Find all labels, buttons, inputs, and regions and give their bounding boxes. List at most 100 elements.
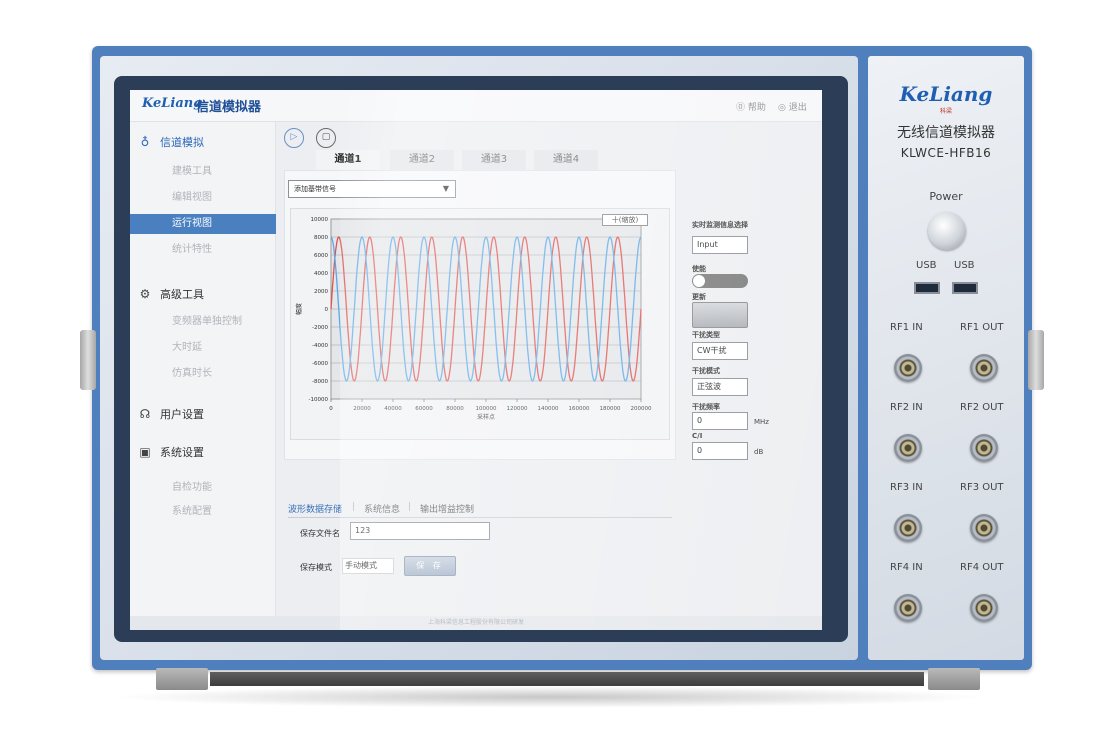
- zoom-button[interactable]: 十(缩放): [602, 214, 648, 226]
- y-tick-label: -2000: [312, 325, 328, 331]
- sidebar-item-system-config[interactable]: 系统配置: [130, 502, 276, 522]
- sidebar-item-edit-view[interactable]: 编辑视图: [130, 188, 276, 208]
- app-footer: 上海科梁信息工程股份有限公司研发: [130, 616, 822, 630]
- usb-port-1[interactable]: [914, 282, 940, 294]
- interference-freq-unit: MHz: [754, 418, 769, 426]
- y-tick-label: -8000: [312, 379, 328, 385]
- rf3-in-connector[interactable]: [894, 514, 922, 542]
- power-label: Power: [929, 190, 963, 203]
- x-tick-label: 20000: [353, 406, 371, 412]
- interference-mode-input[interactable]: 正弦波: [692, 378, 748, 396]
- rf4-in-connector[interactable]: [894, 594, 922, 622]
- update-button[interactable]: [692, 302, 748, 328]
- tab-waveform-storage[interactable]: 波形数据存储: [288, 502, 342, 515]
- y-tick-label: 0: [325, 307, 329, 313]
- x-tick-label: 160000: [569, 406, 590, 412]
- interference-freq-label: 干扰频率: [692, 403, 720, 411]
- y-tick-label: -4000: [312, 343, 328, 349]
- sidebar-section-channel[interactable]: ♁ 信道模拟: [138, 134, 204, 150]
- x-tick-label: 60000: [415, 406, 433, 412]
- rf2-in-label: RF2 IN: [890, 402, 923, 413]
- rf4-in-label: RF4 IN: [890, 562, 923, 573]
- rf2-in-connector[interactable]: [894, 434, 922, 462]
- tab-system-info[interactable]: 系统信息: [364, 502, 400, 515]
- sidebar-section-users[interactable]: ☊ 用户设置: [138, 406, 204, 422]
- exit-button[interactable]: ◎ 退出: [778, 100, 807, 113]
- interference-type-input[interactable]: CW干扰: [692, 342, 748, 360]
- save-mode-label: 保存模式: [300, 563, 332, 572]
- update-label: 更新: [692, 293, 706, 301]
- interference-mode-label: 干扰模式: [692, 367, 720, 375]
- power-icon: ◎: [778, 103, 786, 113]
- tab-channel-4[interactable]: 通道4: [534, 150, 598, 170]
- sidebar-section-system[interactable]: ▣ 系统设置: [138, 444, 204, 460]
- sidebar-item-run-view[interactable]: 运行视图: [130, 214, 276, 234]
- rf4-out-label: RF4 OUT: [960, 562, 1004, 573]
- monitor-select-label: 实时监测信息选择: [692, 221, 748, 229]
- users-icon: ☊: [139, 407, 151, 421]
- signal-select[interactable]: 添加基带信号 ▼: [288, 180, 456, 198]
- help-button[interactable]: ⓪ 帮助: [736, 100, 766, 113]
- usb-label-1: USB: [916, 260, 937, 271]
- app-header: KeLiang 信道模拟器 ⓪ 帮助 ◎ 退出: [130, 90, 822, 122]
- tab-channel-1[interactable]: 通道1: [316, 150, 380, 170]
- ci-unit: dB: [754, 448, 764, 456]
- rf3-out-connector[interactable]: [970, 514, 998, 542]
- help-icon: ⓪: [736, 103, 746, 113]
- monitor-select-input[interactable]: Input: [692, 236, 748, 254]
- interference-freq-input[interactable]: 0: [692, 412, 748, 430]
- sidebar-section-label: 系统设置: [160, 446, 204, 459]
- interference-type-label: 干扰类型: [692, 331, 720, 339]
- sidebar-item-sim-duration[interactable]: 仿真时长: [130, 364, 276, 384]
- x-tick-label: 0: [329, 406, 333, 412]
- app-logo: KeLiang: [142, 96, 203, 111]
- ci-input[interactable]: 0: [692, 442, 748, 460]
- stop-button[interactable]: ▢: [316, 128, 336, 148]
- sidebar-item-self-test[interactable]: 自检功能: [130, 478, 276, 498]
- play-button[interactable]: ▷: [284, 128, 304, 148]
- save-mode-select[interactable]: 手动模式: [342, 558, 394, 574]
- tab-output-gain[interactable]: 输出增益控制: [420, 502, 474, 515]
- rf1-in-connector[interactable]: [894, 354, 922, 382]
- rf3-out-label: RF3 OUT: [960, 482, 1004, 493]
- x-tick-label: 100000: [476, 406, 497, 412]
- device-front-panel: KeLiang 科梁 无线信道模拟器 KLWCE-HFB16 Power USB…: [868, 56, 1024, 660]
- rf2-out-label: RF2 OUT: [960, 402, 1004, 413]
- gear-icon: ⚙: [139, 287, 151, 301]
- main-panel: ▷ ▢ 通道1 通道2 通道3 通道4 添加基带信号 ▼ 10000 8000 60…: [276, 122, 822, 630]
- enable-toggle[interactable]: [692, 274, 748, 288]
- save-button[interactable]: 保 存: [404, 556, 456, 576]
- device-model: KLWCE-HFB16: [900, 146, 992, 160]
- usb-port-2[interactable]: [952, 282, 978, 294]
- sidebar-item-statistics[interactable]: 统计特性: [130, 240, 276, 260]
- y-tick-label: 8000: [314, 235, 328, 241]
- y-tick-label: 10000: [311, 217, 329, 223]
- tab-channel-3[interactable]: 通道3: [462, 150, 526, 170]
- tab-separator: |: [352, 502, 356, 512]
- rf1-out-connector[interactable]: [970, 354, 998, 382]
- brand-logo-sub: 科梁: [939, 108, 952, 115]
- y-tick-label: -10000: [309, 397, 329, 403]
- x-tick-label: 180000: [600, 406, 621, 412]
- usb-label-2: USB: [954, 260, 975, 271]
- y-tick-label: 2000: [314, 289, 328, 295]
- help-label: 帮助: [747, 103, 766, 113]
- tab-channel-2[interactable]: 通道2: [390, 150, 454, 170]
- save-filename-input[interactable]: 123: [350, 522, 490, 540]
- product-photo: KeLiang 信道模拟器 ⓪ 帮助 ◎ 退出 ♁ 信道模拟 建模工具 编辑视图…: [0, 0, 1098, 754]
- device-base: [210, 672, 924, 686]
- chevron-down-icon: ▼: [442, 184, 449, 193]
- toggle-knob: [693, 275, 705, 287]
- sidebar-item-large-delay[interactable]: 大时延: [130, 338, 276, 358]
- rf2-out-connector[interactable]: [970, 434, 998, 462]
- rf4-out-connector[interactable]: [970, 594, 998, 622]
- device-screen: KeLiang 信道模拟器 ⓪ 帮助 ◎ 退出 ♁ 信道模拟 建模工具 编辑视图…: [130, 90, 822, 630]
- ci-label: C/I: [692, 432, 703, 440]
- sidebar-item-modeling[interactable]: 建模工具: [130, 162, 276, 182]
- sidebar-section-advanced[interactable]: ⚙ 高级工具: [138, 286, 204, 302]
- power-button[interactable]: [928, 212, 966, 250]
- app-title: 信道模拟器: [196, 100, 262, 115]
- device-foot-left: [156, 668, 208, 690]
- sidebar-item-converter[interactable]: 变频器单独控制: [130, 312, 276, 332]
- lower-tab-bar: 波形数据存储 | 系统信息 | 输出增益控制: [288, 502, 672, 518]
